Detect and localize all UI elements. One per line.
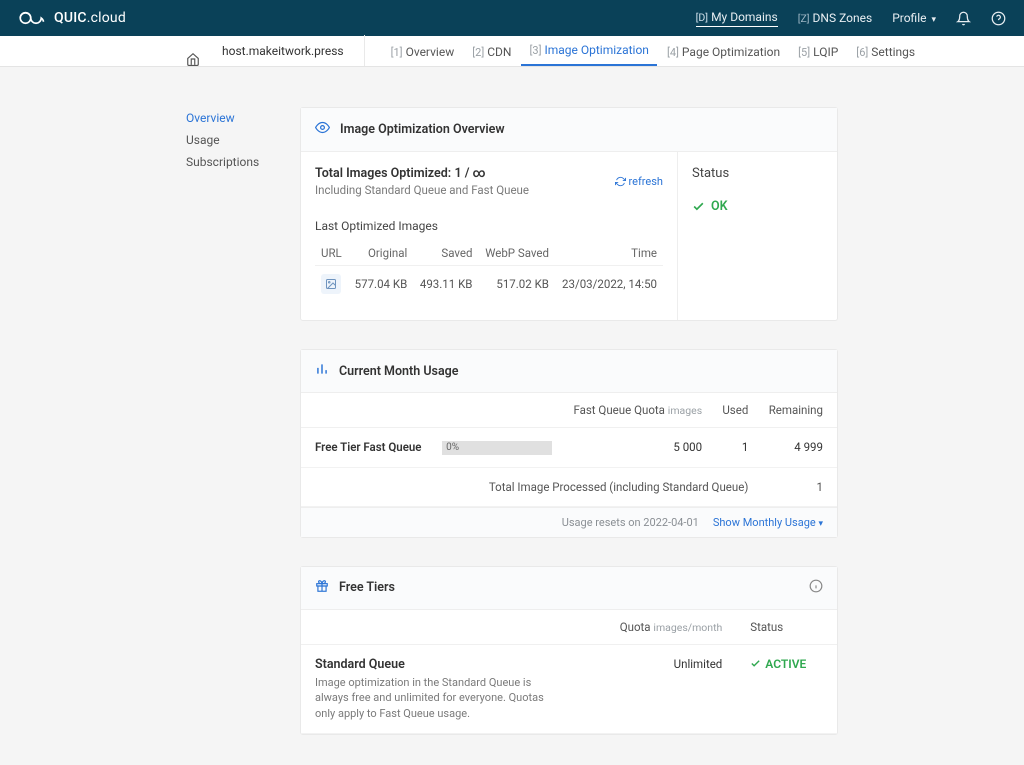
gift-icon — [315, 579, 329, 597]
tab-page-optimization[interactable]: [4] Page Optimization — [659, 37, 788, 66]
card-overview: Image Optimization Overview Total Images… — [300, 107, 838, 321]
brand-text: QUIC.cloud — [54, 10, 126, 26]
last-title: Last Optimized Images — [315, 219, 663, 233]
status-badge: ACTIVE — [750, 657, 823, 671]
usage-bar: 0% — [442, 441, 552, 455]
bell-icon[interactable] — [956, 11, 971, 26]
table-row: Standard Queue Image optimization in the… — [301, 644, 837, 733]
eye-icon — [315, 120, 330, 139]
sidebar-item-subscriptions[interactable]: Subscriptions — [186, 151, 300, 173]
info-icon[interactable] — [809, 579, 823, 597]
show-monthly-usage-link[interactable]: Show Monthly Usage ▾ — [713, 516, 823, 529]
card-usage: Current Month Usage Fast Queue Quota ima… — [300, 349, 838, 538]
tab-cdn[interactable]: [2] CDN — [464, 37, 519, 66]
total-label: Total Images Optimized: — [315, 166, 451, 181]
total-value: 1 / ∞ — [454, 166, 485, 181]
check-icon — [692, 200, 705, 213]
status-label: Status — [692, 166, 823, 181]
total-sub: Including Standard Queue and Fast Queue — [315, 183, 529, 197]
tier-desc: Image optimization in the Standard Queue… — [315, 675, 566, 721]
table-row: Total Image Processed (including Standar… — [301, 467, 837, 506]
table-row: 577.04 KB 493.11 KB 517.02 KB 23/03/2022… — [315, 266, 663, 303]
card-usage-title: Current Month Usage — [339, 364, 459, 379]
card-tiers: Free Tiers Quota images/month Status Sta… — [300, 566, 838, 735]
tab-image-optimization[interactable]: [3] Image Optimization — [521, 35, 656, 66]
status-value: OK — [692, 199, 823, 214]
topbar: QUIC.cloud [D] My Domains [Z] DNS Zones … — [0, 0, 1024, 36]
logo-icon — [18, 9, 48, 27]
top-profile[interactable]: Profile ▾ — [892, 11, 936, 25]
sidebar-item-usage[interactable]: Usage — [186, 129, 300, 151]
card-overview-title: Image Optimization Overview — [340, 122, 505, 137]
tier-name: Standard Queue — [315, 657, 566, 672]
tiers-table: Quota images/month Status Standard Queue… — [301, 610, 837, 734]
help-icon[interactable] — [991, 11, 1006, 26]
secondary-nav: host.makeitwork.press [1] Overview[2] CD… — [0, 36, 1024, 67]
tab-overview[interactable]: [1] Overview — [383, 37, 463, 66]
domain-selector[interactable]: host.makeitwork.press — [212, 35, 365, 66]
refresh-icon — [615, 176, 626, 187]
tab-settings[interactable]: [6] Settings — [848, 37, 923, 66]
top-my-domains[interactable]: [D] My Domains — [696, 10, 778, 27]
brand[interactable]: QUIC.cloud — [18, 9, 126, 27]
sidebar: OverviewUsageSubscriptions — [0, 107, 300, 735]
usage-row-label: Free Tier Fast Queue — [301, 428, 436, 468]
chart-icon — [315, 362, 329, 380]
refresh-button[interactable]: refresh — [615, 175, 663, 188]
tab-lqip[interactable]: [5] LQIP — [790, 37, 846, 66]
usage-table: Fast Queue Quota images Used Remaining F… — [301, 393, 837, 507]
table-row: Free Tier Fast Queue 0% 5 000 1 4 999 — [301, 428, 837, 468]
image-thumb-icon[interactable] — [321, 274, 341, 294]
last-images-table: URLOriginalSavedWebP SavedTime 577.04 KB… — [315, 241, 663, 302]
sidebar-item-overview[interactable]: Overview — [186, 107, 300, 129]
nav-tabs: [1] Overview[2] CDN[3] Image Optimizatio… — [383, 35, 924, 66]
card-tiers-title: Free Tiers — [339, 580, 395, 595]
usage-resets: Usage resets on 2022-04-01 — [562, 516, 699, 529]
home-icon[interactable] — [186, 52, 212, 66]
top-dns-zones[interactable]: [Z] DNS Zones — [798, 11, 872, 25]
check-icon — [750, 658, 761, 669]
